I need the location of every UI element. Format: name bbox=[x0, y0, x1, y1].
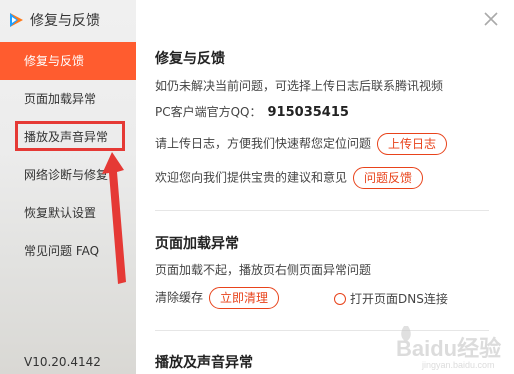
repair-description: 如仍未解决当前问题，可选择上传日志后联系腾讯视频 bbox=[155, 79, 444, 93]
dns-option[interactable]: 打开页面DNS连接 bbox=[334, 290, 448, 307]
tencent-video-logo-icon bbox=[10, 13, 23, 27]
svg-text:jingyan.baidu.com: jingyan.baidu.com bbox=[421, 360, 495, 370]
qq-row: PC客户端官方QQ： 915035415 bbox=[155, 103, 349, 120]
section-title-playback: 播放及声音异常 bbox=[155, 355, 253, 371]
qq-label: PC客户端官方QQ： bbox=[155, 105, 262, 119]
clear-cache-label: 清除缓存 bbox=[155, 290, 204, 305]
svg-text:Baidu经验: Baidu经验 bbox=[396, 336, 501, 361]
sidebar-item-page-load[interactable]: 页面加载异常 bbox=[0, 80, 136, 118]
app-header: 修复与反馈 bbox=[8, 10, 100, 30]
upload-description: 请上传日志，方便我们快速帮您定位问题 bbox=[155, 136, 372, 151]
clear-cache-row: 清除缓存 立即清理 bbox=[155, 287, 280, 309]
sidebar-item-repair-feedback[interactable]: 修复与反馈 bbox=[0, 42, 136, 80]
problem-feedback-button[interactable]: 问题反馈 bbox=[353, 167, 424, 189]
page-load-description: 页面加载不起，播放页右侧页面异常问题 bbox=[155, 263, 372, 277]
section-title-page-load: 页面加载异常 bbox=[155, 236, 239, 252]
upload-log-button[interactable]: 上传日志 bbox=[377, 133, 448, 155]
version-label: V10.20.4142 bbox=[24, 355, 101, 369]
dns-radio[interactable] bbox=[334, 293, 346, 305]
qq-number: 915035415 bbox=[267, 105, 349, 120]
upload-row: 请上传日志，方便我们快速帮您定位问题 上传日志 bbox=[155, 133, 448, 155]
feedback-row: 欢迎您向我们提供宝贵的建议和意见 问题反馈 bbox=[155, 167, 424, 189]
annotation-arrow-icon bbox=[102, 152, 126, 284]
feedback-description: 欢迎您向我们提供宝贵的建议和意见 bbox=[155, 170, 348, 185]
app-title: 修复与反馈 bbox=[30, 13, 100, 29]
section-title-repair: 修复与反馈 bbox=[155, 51, 225, 67]
divider bbox=[155, 210, 489, 211]
annotation-highlight-box bbox=[15, 121, 125, 151]
dns-label: 打开页面DNS连接 bbox=[350, 292, 448, 306]
clear-now-button[interactable]: 立即清理 bbox=[209, 287, 280, 309]
baidu-jingyan-watermark: Baidu经验 jingyan.baidu.com bbox=[396, 326, 501, 370]
